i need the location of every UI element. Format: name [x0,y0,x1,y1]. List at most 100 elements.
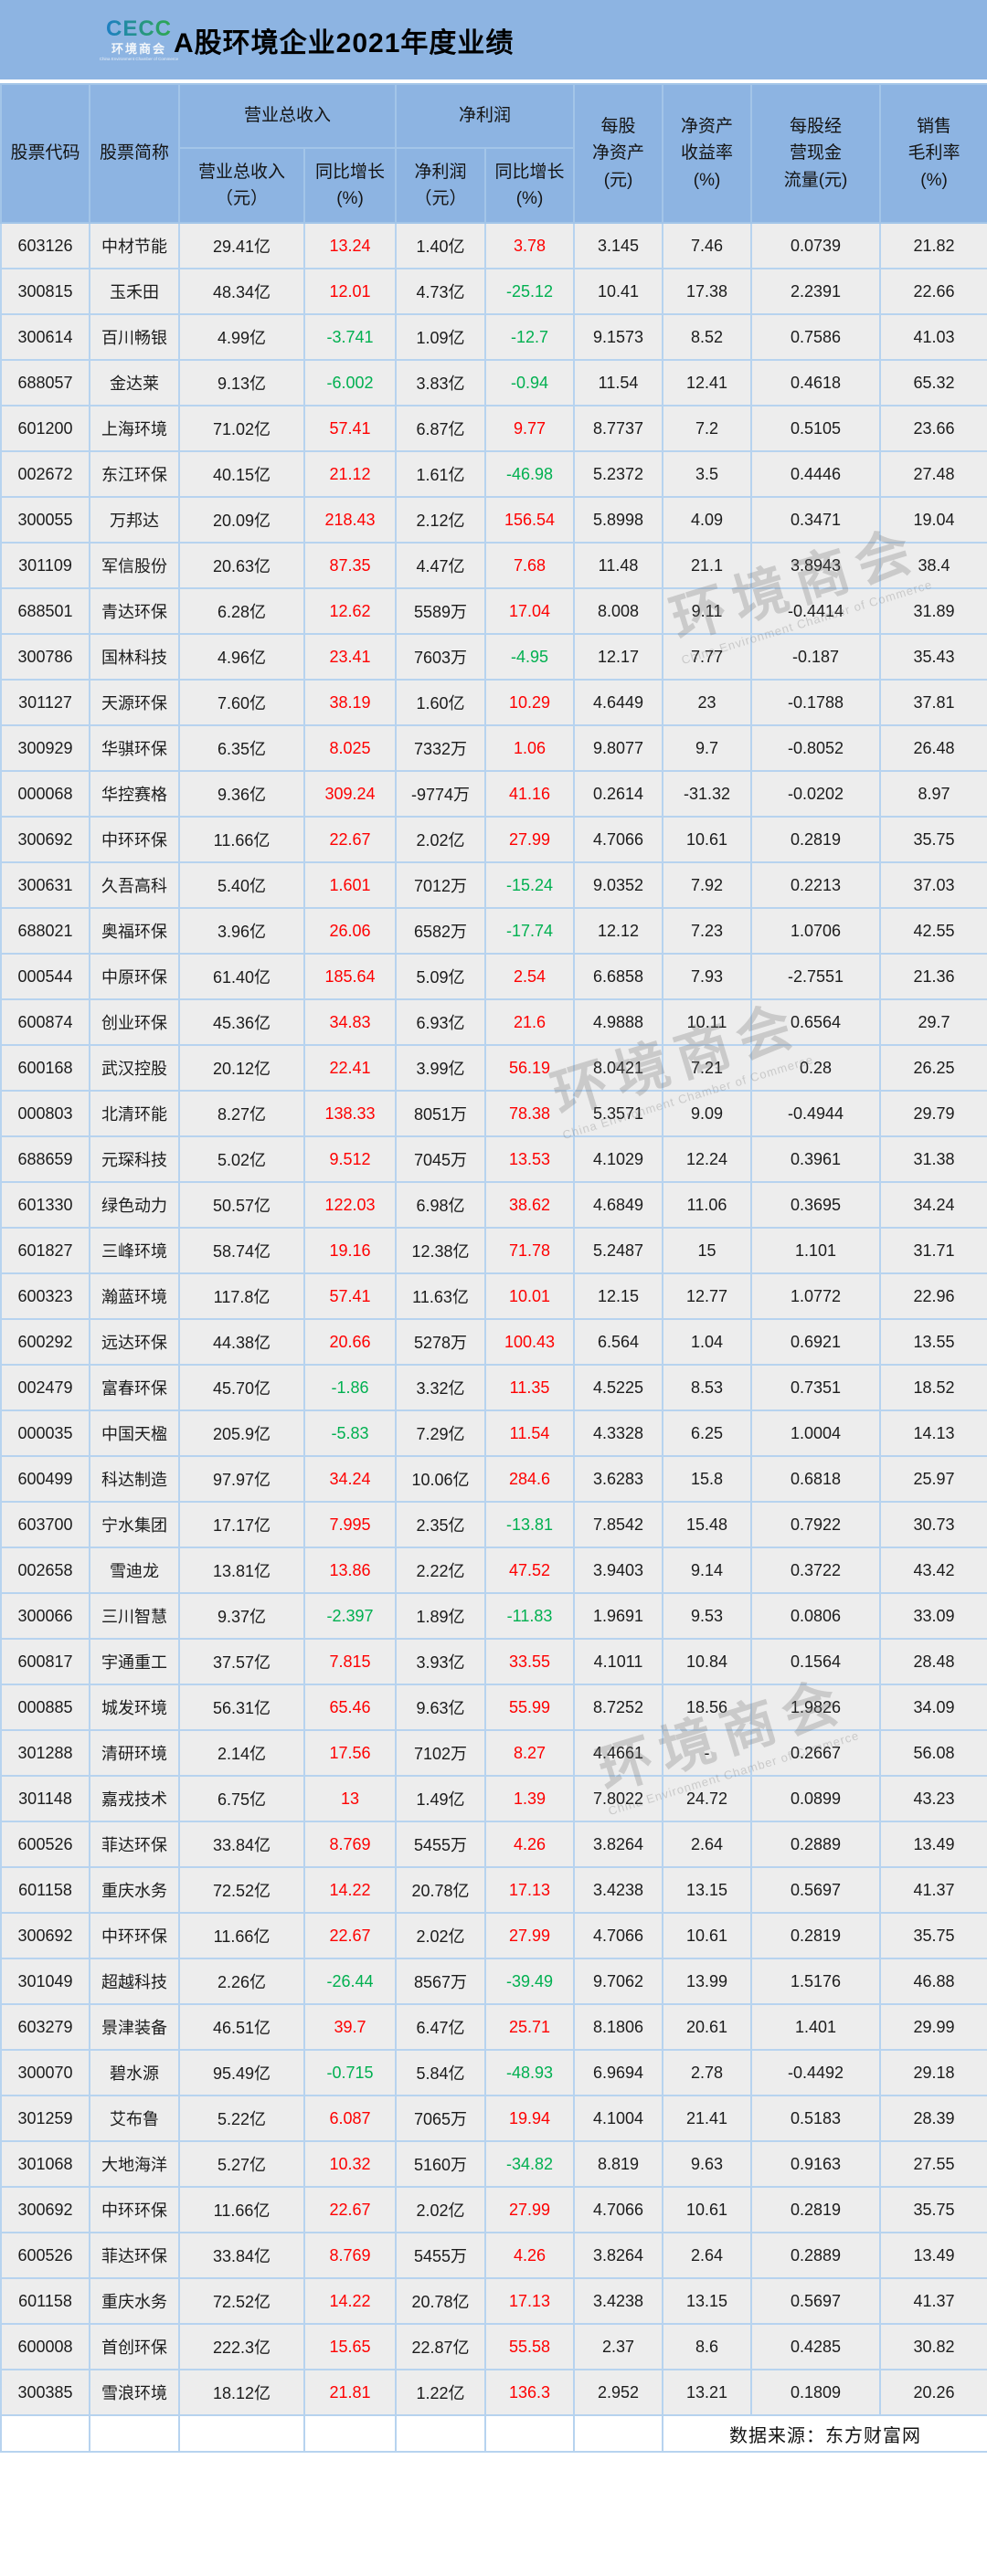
col-header-profit-group: 净利润 [395,83,576,149]
banner: CECC 环境商会 China Environment Chamber of C… [0,0,987,82]
cell-revenue: 56.31亿 [178,1684,305,1731]
cell-revenue: 2.26亿 [178,1958,305,2005]
cell-margin: 34.24 [879,1181,987,1229]
cell-roe: 9.09 [662,1090,753,1137]
cell-bps: 8.7252 [573,1684,664,1731]
cell-profit-growth: 11.54 [484,1409,576,1457]
cell-stock-code: 300385 [0,2369,90,2416]
cell-margin: 43.23 [879,1775,987,1822]
cell-roe: 9.7 [662,724,753,772]
cell-margin: 13.55 [879,1318,987,1366]
cell-profit: 1.40亿 [395,222,487,269]
table-row: 600292 远达环保 44.38亿 20.66 5278万 100.43 6.564 1.0… [0,1318,987,1366]
cell-profit-growth: -25.12 [484,268,576,315]
cell-roe: 7.21 [662,1044,753,1092]
cell-stock-name: 万邦达 [89,496,180,544]
cell-stock-name: 中环环保 [89,816,180,863]
cell-stock-name: 富春环保 [89,1364,180,1411]
col-header-profit: 净利润 （元） [395,147,487,224]
cell-bps: 3.4238 [573,1866,664,1914]
cell-roe: 15.8 [662,1455,753,1503]
cell-margin: 29.99 [879,2003,987,2051]
cell-bps: 4.5225 [573,1364,664,1411]
cell-margin: 37.03 [879,861,987,909]
cell-stock-code: 603700 [0,1501,90,1548]
cell-stock-code: 300070 [0,2049,90,2096]
cell-revenue: 7.60亿 [178,679,305,726]
cell-profit-growth: 38.62 [484,1181,576,1229]
cell-profit: 7012万 [395,861,487,909]
cell-stock-name: 华控赛格 [89,770,180,818]
cell-stock-name: 景津装备 [89,2003,180,2051]
cell-roe: 10.61 [662,1912,753,1959]
cell-profit-growth: 33.55 [484,1638,576,1685]
table-body: 603126 中材节能 29.41亿 13.24 1.40亿 3.78 3.145 7.46 0… [0,222,987,2416]
cell-revenue: 13.81亿 [178,1547,305,1594]
cell-ocf: 0.3722 [750,1547,882,1594]
cell-roe: 18.56 [662,1684,753,1731]
cell-margin: 65.32 [879,359,987,406]
cell-margin: 35.75 [879,816,987,863]
cell-profit: 7045万 [395,1135,487,1183]
cell-roe: 11.06 [662,1181,753,1229]
cell-ocf: 0.2667 [750,1729,882,1777]
footer-row: 数据来源：东方财富网 [0,2414,987,2453]
cell-margin: 27.55 [879,2140,987,2188]
cell-ocf: 2.2391 [750,268,882,315]
cell-roe: 10.84 [662,1638,753,1685]
cell-profit: 3.99亿 [395,1044,487,1092]
cell-profit: 7065万 [395,2095,487,2142]
table-row: 600874 创业环保 45.36亿 34.83 6.93亿 21.6 4.9888 10.1… [0,998,987,1046]
cell-revenue: 72.52亿 [178,1866,305,1914]
cell-bps: 4.7066 [573,1912,664,1959]
cell-roe: 8.52 [662,313,753,361]
cell-ocf: 0.3961 [750,1135,882,1183]
table-row: 300692 中环环保 11.66亿 22.67 2.02亿 27.99 4.7066 10.… [0,816,987,863]
cell-profit: 8051万 [395,1090,487,1137]
cell-profit: 8567万 [395,1958,487,2005]
table-row: 600499 科达制造 97.97亿 34.24 10.06亿 284.6 3.6283 15… [0,1455,987,1503]
cell-revenue-growth: 21.81 [302,2369,398,2416]
table-row: 603279 景津装备 46.51亿 39.7 6.47亿 25.71 8.1806 20.6… [0,2003,987,2051]
cell-stock-name: 金达莱 [89,359,180,406]
cell-profit: 7.29亿 [395,1409,487,1457]
cell-revenue-growth: 22.67 [302,816,398,863]
cell-margin: 29.7 [879,998,987,1046]
cell-roe: 9.53 [662,1592,753,1640]
cell-bps: 4.9888 [573,998,664,1046]
cell-stock-code: 601158 [0,2277,90,2325]
cell-bps: 4.7066 [573,816,664,863]
cell-profit: 3.32亿 [395,1364,487,1411]
cell-stock-code: 000803 [0,1090,90,1137]
cell-stock-code: 600499 [0,1455,90,1503]
cell-profit-growth: -39.49 [484,1958,576,2005]
cell-margin: 35.43 [879,633,987,681]
cell-ocf: 0.2889 [750,1821,882,1868]
col-header-stock-name: 股票简称 [89,83,180,224]
cell-revenue-growth: 22.67 [302,2186,398,2233]
cell-roe: 7.77 [662,633,753,681]
cell-ocf: 1.9826 [750,1684,882,1731]
cell-revenue-growth: 309.24 [302,770,398,818]
cell-stock-name: 碧水源 [89,2049,180,2096]
cell-revenue: 71.02亿 [178,405,305,452]
cell-margin: 31.38 [879,1135,987,1183]
cell-roe: 13.21 [662,2369,753,2416]
cell-profit-growth: 1.06 [484,724,576,772]
cell-revenue-growth: 87.35 [302,542,398,589]
cell-revenue-growth: -0.715 [302,2049,398,2096]
cell-stock-code: 300692 [0,816,90,863]
cell-stock-name: 中材节能 [89,222,180,269]
logo-acronym: CECC [106,16,173,41]
cell-roe: 3.5 [662,450,753,498]
cell-margin: 30.82 [879,2323,987,2370]
cell-profit: 1.09亿 [395,313,487,361]
cell-stock-name: 武汉控股 [89,1044,180,1092]
cell-revenue-growth: 8.769 [302,2232,398,2279]
cell-revenue-growth: 65.46 [302,1684,398,1731]
cell-bps: 4.3328 [573,1409,664,1457]
cell-margin: 29.18 [879,2049,987,2096]
table-row: 000885 城发环境 56.31亿 65.46 9.63亿 55.99 8.7252 18.… [0,1684,987,1731]
cell-revenue: 44.38亿 [178,1318,305,1366]
cell-ocf: 0.0806 [750,1592,882,1640]
